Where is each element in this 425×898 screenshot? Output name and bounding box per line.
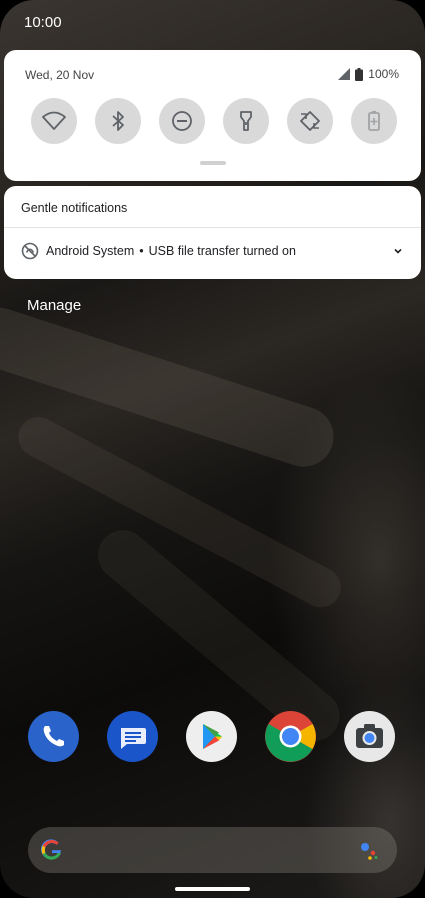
flashlight-tile[interactable] [223, 98, 269, 144]
wifi-tile[interactable] [31, 98, 77, 144]
wifi-icon [42, 111, 66, 130]
notification-card: Gentle notifications Android System • US… [4, 186, 421, 279]
notification-separator: • [139, 244, 144, 258]
gesture-nav-handle[interactable] [175, 887, 250, 891]
messages-app-icon[interactable] [107, 711, 158, 762]
notification-item[interactable]: Android System • USB file transfer turne… [21, 242, 404, 260]
auto-rotate-tile[interactable] [287, 98, 333, 144]
google-g-icon [41, 839, 61, 860]
phone-app-icon[interactable] [28, 711, 79, 762]
status-indicators: 100% [338, 67, 399, 81]
manage-button[interactable]: Manage [27, 297, 81, 314]
divider [4, 227, 421, 228]
status-bar-time: 10:00 [24, 14, 62, 31]
google-search-bar[interactable] [28, 827, 397, 873]
bluetooth-tile[interactable] [95, 98, 141, 144]
date-text[interactable]: Wed, 20 Nov [25, 68, 94, 82]
play-store-app-icon[interactable] [186, 711, 237, 762]
battery-saver-icon [368, 111, 380, 131]
quick-settings-panel: Wed, 20 Nov 100% [4, 50, 421, 181]
chevron-down-icon[interactable] [392, 245, 404, 257]
home-screen: 10:00 Wed, 20 Nov 100% Gentle notificati… [0, 0, 425, 898]
auto-rotate-icon [300, 111, 320, 131]
flashlight-icon [240, 111, 252, 131]
app-dock [28, 711, 395, 762]
do-not-disturb-tile[interactable] [159, 98, 205, 144]
bluetooth-icon [112, 111, 124, 131]
camera-app-icon[interactable] [344, 711, 395, 762]
notification-text: USB file transfer turned on [148, 244, 296, 258]
notification-app-name: Android System [46, 244, 135, 258]
chrome-app-icon[interactable] [265, 711, 316, 762]
battery-percent: 100% [368, 67, 399, 81]
battery-saver-tile[interactable] [351, 98, 397, 144]
signal-icon [338, 68, 351, 80]
drag-handle[interactable] [200, 161, 226, 165]
google-assistant-icon[interactable] [357, 838, 381, 862]
android-system-icon [21, 242, 39, 260]
notification-section-header: Gentle notifications [21, 201, 128, 215]
battery-icon [355, 67, 364, 81]
do-not-disturb-icon [172, 111, 192, 131]
